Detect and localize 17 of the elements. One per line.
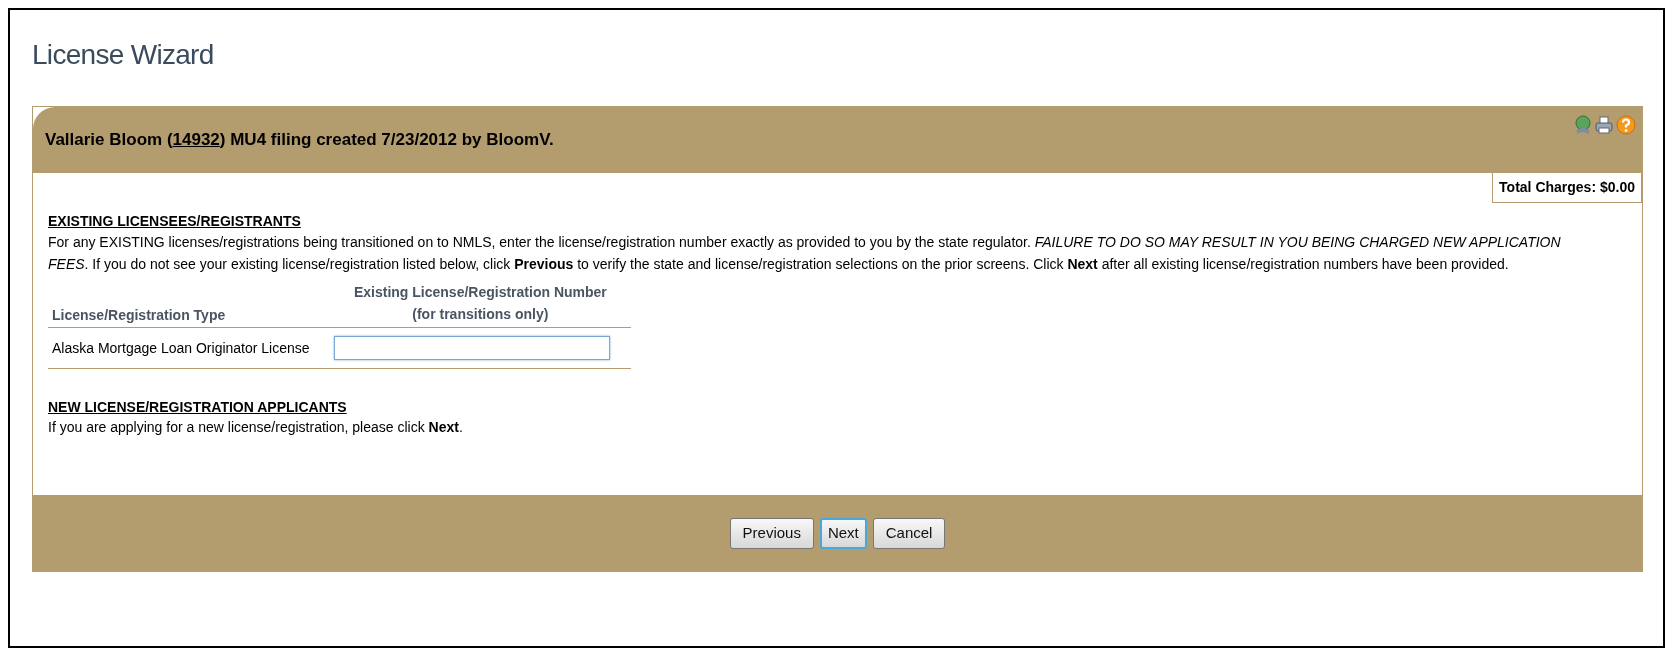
filing-heading: Vallarie Bloom (14932) MU4 filing created 7/23/2012 by BloomV.	[45, 129, 554, 152]
filing-id-link[interactable]: 14932	[172, 130, 220, 150]
page-title: License Wizard	[32, 38, 215, 72]
section-heading: EXISTING LICENSEES/REGISTRANTS	[48, 212, 302, 231]
instructions-text: For any EXISTING licenses/registrations being transitioned on to NMLS, enter the license/registration number exactly as provided to you by the state regulator. FAILURE TO DO SO MAY RESULT IN YOU BEING CHARGED NEW APPLICATION FEES. If you do not see your existing license/registration listed below, click Previous to verify the state and license/registration selections on the prior screens. Click Next after all existing license/registration numbers have been provided.	[48, 233, 1562, 274]
wizard-button[interactable]: Next	[819, 517, 867, 549]
column-header: Existing License/Registration Number (for transitions only)	[329, 281, 631, 328]
wizard-button[interactable]: Cancel	[872, 517, 946, 549]
printer-icon[interactable]	[1595, 115, 1613, 135]
help-icon[interactable]	[1616, 115, 1636, 135]
wizard-button[interactable]: Previous	[729, 517, 814, 549]
total-charges: Total Charges: $0.00	[1492, 173, 1642, 203]
section-heading: NEW LICENSE/REGISTRATION APPLICANTS	[48, 398, 348, 417]
license-number-field[interactable]	[333, 336, 610, 360]
license-type-cell: Alaska Mortgage Loan Originator License	[48, 327, 330, 369]
column-header: License/Registration Type	[48, 281, 330, 328]
instructions-text: If you are applying for a new license/registration, please click Next.	[48, 418, 464, 437]
